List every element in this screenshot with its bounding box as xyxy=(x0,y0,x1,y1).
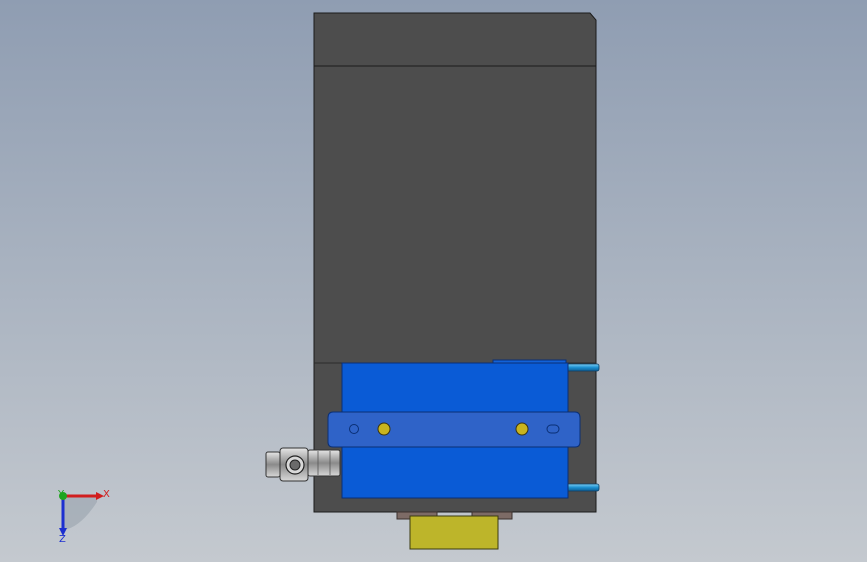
x-axis-label: X xyxy=(103,489,110,500)
base-parts[interactable] xyxy=(396,511,513,550)
piston-rod-bottom[interactable] xyxy=(565,483,600,492)
piston-rod-top[interactable] xyxy=(565,363,600,372)
air-fitting[interactable] xyxy=(265,447,341,482)
screw-head-left[interactable] xyxy=(377,422,391,436)
triad-plane-shadow xyxy=(63,496,97,530)
pneumatic-cylinder[interactable] xyxy=(327,359,581,499)
mount-slot-right xyxy=(546,424,560,434)
fitting-nut[interactable] xyxy=(307,449,341,477)
z-axis-label: Z xyxy=(59,534,66,545)
graphics-viewport[interactable]: X Y Z xyxy=(0,0,867,562)
fitting-port-hole xyxy=(289,459,301,471)
fitting-cap[interactable] xyxy=(265,451,281,478)
yellow-block[interactable] xyxy=(409,515,499,550)
cad-model-view[interactable]: X Y Z xyxy=(0,0,867,562)
mount-hole-left xyxy=(349,424,359,434)
y-axis-label: Y xyxy=(57,489,65,500)
mounting-plate[interactable] xyxy=(327,411,581,448)
screw-head-right[interactable] xyxy=(515,422,529,436)
coordinate-triad: X Y Z xyxy=(57,489,110,545)
